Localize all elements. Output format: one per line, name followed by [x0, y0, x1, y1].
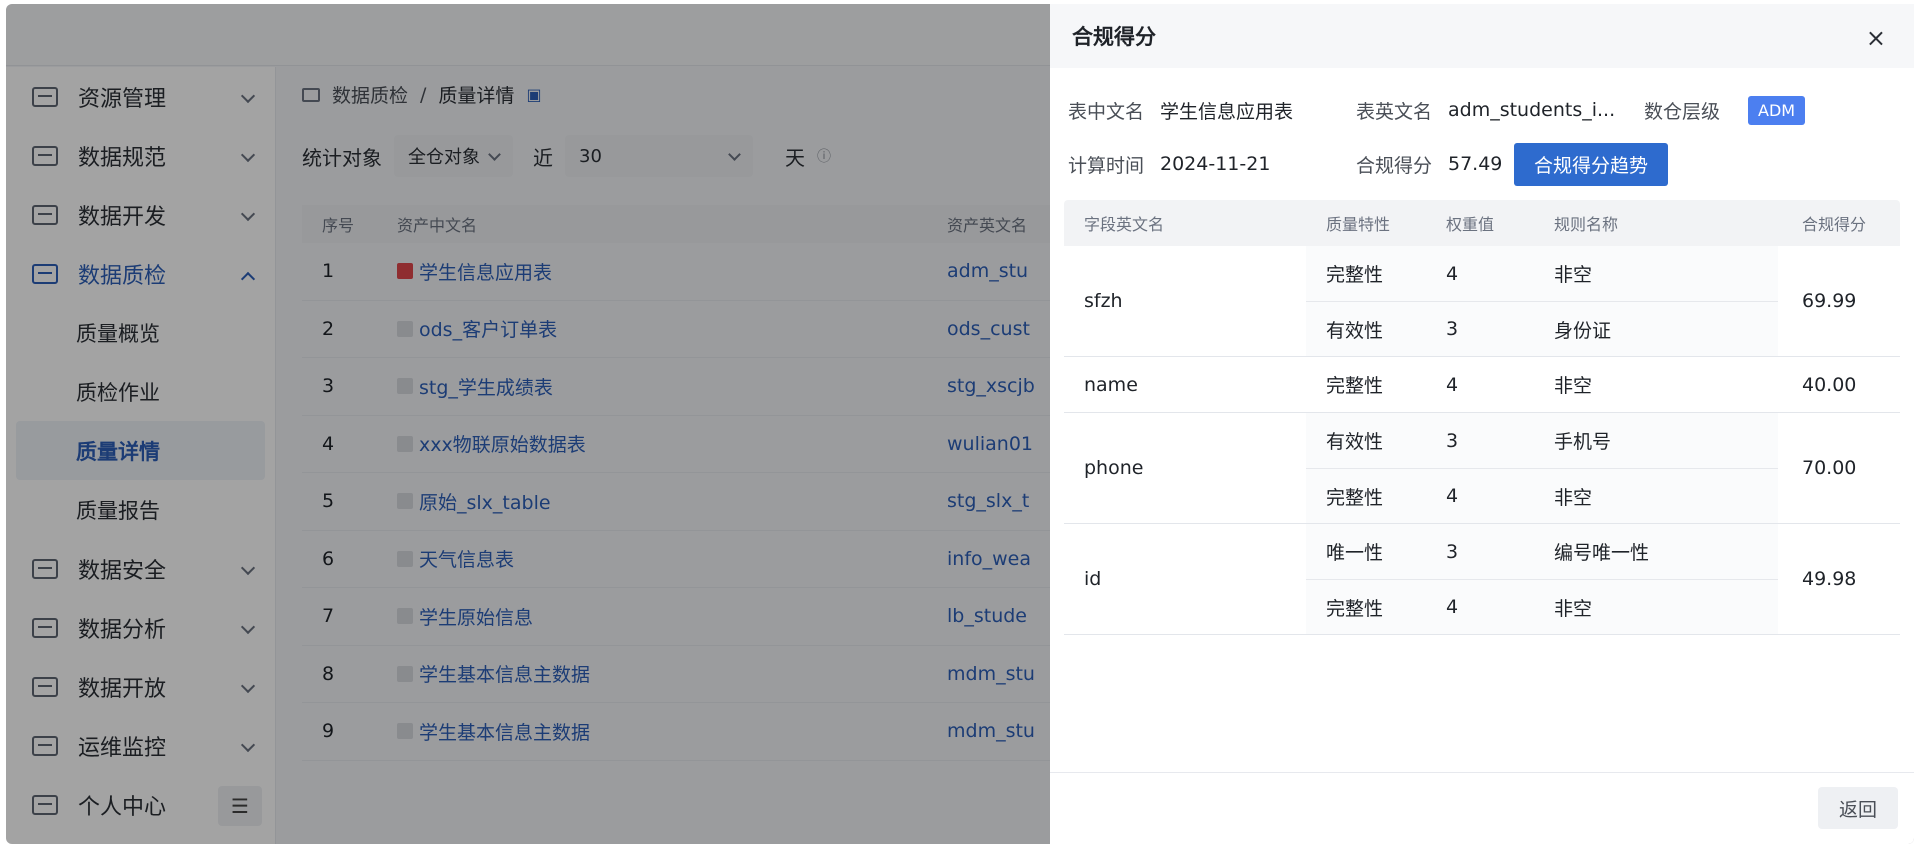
rule-row: 完整性 4 非空 [1306, 468, 1778, 523]
weight-cell: 4 [1446, 262, 1459, 285]
cn-name-value: 学生信息应用表 [1160, 100, 1294, 123]
column-header-field: 字段英文名 [1084, 215, 1165, 234]
en-name-label: 表英文名 [1356, 100, 1433, 123]
quality-cell: 有效性 [1326, 319, 1384, 342]
field-name-cell: sfzh [1084, 290, 1123, 312]
quality-cell: 完整性 [1326, 597, 1384, 620]
compliance-score-drawer: 合规得分 × 表中文名 学生信息应用表 表英文名 adm_students_i.… [1050, 4, 1914, 844]
field-name-cell: id [1084, 568, 1102, 590]
weight-cell: 3 [1446, 429, 1459, 452]
score-detail-table: 字段英文名 质量特性 权重值 规则名称 合规得分 sfzh 69.99 完整性 4 非空… [1064, 200, 1900, 635]
layer-tag: ADM [1748, 95, 1806, 125]
close-icon[interactable]: × [1866, 24, 1886, 52]
score-label: 合规得分 [1356, 154, 1433, 177]
rule-row: 完整性 4 非空 [1306, 357, 1778, 412]
weight-cell: 3 [1446, 318, 1459, 340]
drawer-footer: 返回 [1050, 772, 1914, 844]
field-group-row: name 40.00 完整性 4 非空 [1064, 357, 1900, 413]
rule-name-cell: 非空 [1554, 264, 1593, 286]
rule-row: 有效性 3 身份证 [1306, 301, 1778, 356]
weight-cell: 4 [1446, 485, 1459, 507]
rule-name-cell: 非空 [1554, 375, 1593, 397]
table-header: 字段英文名 质量特性 权重值 规则名称 合规得分 [1064, 200, 1900, 246]
weight-cell: 4 [1446, 373, 1459, 396]
rule-row: 唯一性 3 编号唯一性 [1306, 524, 1778, 579]
drawer-title: 合规得分 [1050, 4, 1914, 68]
field-group-row: phone 70.00 有效性 3 手机号完整性 4 非空 [1064, 413, 1900, 524]
quality-cell: 完整性 [1326, 264, 1384, 286]
field-score-cell: 40.00 [1802, 373, 1857, 396]
field-name-cell: name [1084, 373, 1138, 396]
field-group-row: id 49.98 唯一性 3 编号唯一性完整性 4 非空 [1064, 524, 1900, 635]
weight-cell: 4 [1446, 596, 1459, 618]
time-label: 计算时间 [1068, 154, 1145, 177]
field-group-row: sfzh 69.99 完整性 4 非空有效性 3 身份证 [1064, 246, 1900, 357]
field-name-cell: phone [1084, 457, 1144, 479]
cn-name-label: 表中文名 [1068, 100, 1145, 123]
rule-name-cell: 手机号 [1554, 431, 1612, 453]
en-name-value: adm_students_i... [1448, 99, 1616, 121]
field-score-cell: 49.98 [1802, 568, 1857, 590]
quality-cell: 完整性 [1326, 486, 1384, 509]
quality-cell: 完整性 [1326, 375, 1384, 397]
rule-name-cell: 非空 [1554, 597, 1593, 620]
rule-name-cell: 身份证 [1554, 319, 1612, 342]
quality-cell: 有效性 [1326, 431, 1384, 453]
weight-cell: 3 [1446, 540, 1459, 563]
layer-label: 数仓层级 [1644, 100, 1721, 123]
score-value: 57.49 [1448, 153, 1503, 175]
quality-cell: 唯一性 [1326, 542, 1384, 564]
rule-name-cell: 编号唯一性 [1554, 542, 1650, 564]
rule-name-cell: 非空 [1554, 486, 1593, 509]
back-button[interactable]: 返回 [1818, 787, 1898, 829]
field-score-cell: 69.99 [1802, 290, 1857, 312]
column-header-quality: 质量特性 [1326, 215, 1391, 234]
score-trend-button[interactable]: 合规得分趋势 [1514, 142, 1669, 186]
rule-row: 完整性 4 非空 [1306, 246, 1778, 301]
column-header-rule: 规则名称 [1554, 215, 1619, 234]
column-header-weight: 权重值 [1446, 215, 1495, 234]
time-value: 2024-11-21 [1160, 153, 1271, 175]
column-header-score: 合规得分 [1802, 215, 1867, 234]
rule-row: 有效性 3 手机号 [1306, 413, 1778, 468]
rule-row: 完整性 4 非空 [1306, 579, 1778, 634]
field-score-cell: 70.00 [1802, 457, 1857, 479]
